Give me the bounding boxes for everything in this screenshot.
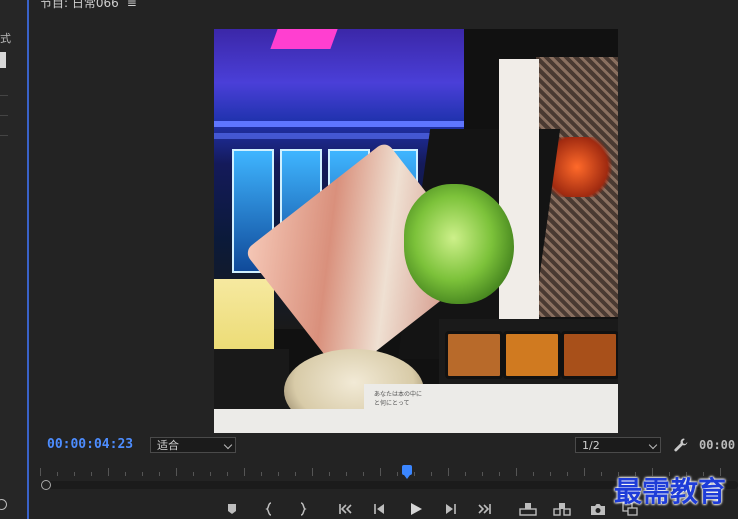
hamburger-icon[interactable]: ≡ (127, 0, 137, 10)
ruler-tick (346, 472, 347, 476)
ruler-tick (312, 468, 313, 476)
white-panel (499, 59, 539, 349)
mark-out-button[interactable] (292, 500, 312, 518)
resolution-value: 1/2 (582, 439, 600, 452)
ruler-tick (397, 472, 398, 476)
ruler-tick (601, 472, 602, 476)
export-frame-icon (591, 503, 605, 515)
mark-out-icon (300, 502, 307, 516)
go-to-out-button[interactable] (474, 500, 494, 518)
marker-icon (228, 504, 236, 514)
go-to-out-icon (478, 504, 491, 514)
ruler-tick (142, 472, 143, 476)
mark-in-icon (265, 502, 272, 516)
export-frame-button[interactable] (588, 500, 608, 518)
zoom-dropdown[interactable]: 适合 (150, 437, 236, 453)
ruler-tick (57, 472, 58, 476)
left-panel-label: 式 (0, 32, 11, 45)
ruler-tick (278, 472, 279, 476)
left-panel-divider (0, 95, 8, 96)
ruler-tick (499, 472, 500, 476)
lift-icon (519, 503, 537, 516)
ruler-tick (584, 468, 585, 476)
extract-button[interactable] (552, 500, 572, 518)
playhead-timecode[interactable]: 00:00:04:23 (47, 437, 133, 452)
ruler-tick (550, 472, 551, 476)
ruler-tick (40, 468, 41, 476)
ruler-tick (465, 472, 466, 476)
ruler-tick (295, 472, 296, 476)
ruler-tick (414, 472, 415, 476)
ruler-tick (244, 468, 245, 476)
step-forward-icon (446, 504, 456, 514)
duration-timecode: 00:00 (699, 438, 736, 452)
mark-in-button[interactable] (260, 500, 280, 518)
ruler-tick (125, 472, 126, 476)
ruler-tick (108, 468, 109, 476)
ruler-tick (329, 472, 330, 476)
lift-button[interactable] (518, 500, 538, 518)
ruler-tick (482, 472, 483, 476)
ruler-tick (516, 468, 517, 476)
ruler-tick (448, 468, 449, 476)
chevron-down-icon (223, 440, 233, 450)
ruler-tick (176, 468, 177, 476)
ruler-tick (210, 472, 211, 476)
ruler-tick (227, 472, 228, 476)
ruler-tick (159, 472, 160, 476)
ruler-tick (363, 472, 364, 476)
marker-button[interactable] (222, 500, 242, 518)
step-back-button[interactable] (370, 500, 390, 518)
step-forward-button[interactable] (440, 500, 460, 518)
ruler-tick (193, 472, 194, 476)
ruler-tick (91, 472, 92, 476)
left-panel-divider (0, 135, 8, 136)
panel-header: 节目: 日常066 ≡ (40, 0, 137, 11)
extract-icon (553, 503, 571, 516)
wrench-icon[interactable] (673, 437, 689, 453)
program-video-frame[interactable]: あなたは本の中に と何にとって ハンサム そことな はない相談事 人生に参加しな… (214, 29, 618, 433)
lettuce-image (404, 184, 514, 304)
play-icon (411, 503, 422, 515)
watermark-logo: 最需教育 (614, 475, 727, 508)
go-to-in-icon (339, 504, 352, 514)
go-to-in-button[interactable] (336, 500, 356, 518)
left-panel: 式 (0, 0, 29, 519)
left-panel-swatch[interactable] (0, 52, 6, 68)
ruler-tick (567, 472, 568, 476)
left-panel-divider (0, 115, 8, 116)
ruler-tick (261, 472, 262, 476)
ruler-tick (533, 472, 534, 476)
step-back-icon (374, 504, 384, 514)
chevron-down-icon (648, 440, 658, 450)
left-panel-scroll-handle[interactable] (0, 499, 7, 510)
resolution-dropdown[interactable]: 1/2 (575, 437, 661, 453)
ruler-tick (431, 472, 432, 476)
program-monitor-title[interactable]: 节目: 日常066 (40, 0, 119, 10)
scrollbar-handle[interactable] (41, 480, 51, 490)
ruler-tick (380, 468, 381, 476)
play-button[interactable] (406, 500, 426, 518)
ruler-tick (74, 472, 75, 476)
zoom-value: 适合 (157, 439, 179, 452)
sauce-tray (439, 319, 618, 389)
playhead[interactable] (402, 465, 412, 479)
